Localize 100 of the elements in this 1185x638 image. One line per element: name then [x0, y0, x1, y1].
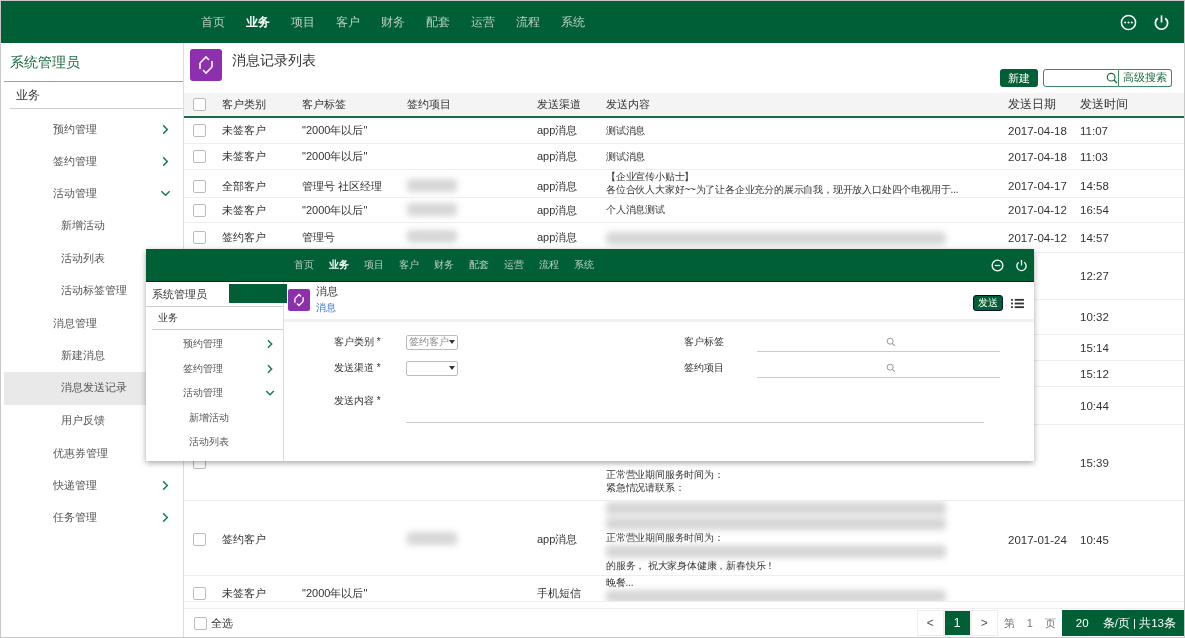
- field-label: 客户类别 *: [334, 335, 382, 349]
- table-cell: 2017-04-17: [1008, 180, 1067, 192]
- nav-tab[interactable]: 运营: [471, 13, 495, 31]
- table-cell: 10:32: [1080, 311, 1109, 323]
- sidebar-item[interactable]: 新增活动: [4, 210, 183, 243]
- send-button[interactable]: 发送: [973, 295, 1003, 311]
- table-cell: 11:03: [1080, 150, 1108, 163]
- breadcrumb-link[interactable]: 消息: [316, 301, 338, 315]
- list-icon[interactable]: [1011, 297, 1024, 309]
- checkbox[interactable]: [193, 98, 206, 111]
- checkbox[interactable]: [194, 616, 207, 630]
- column-header: 发送时间: [1079, 97, 1129, 112]
- search-icon: [1106, 72, 1118, 84]
- column-header: 签约项目: [406, 97, 452, 112]
- table-cell: 2017-04-12: [1008, 231, 1067, 244]
- column-header: 客户类别: [221, 97, 267, 112]
- power-icon[interactable]: [1153, 13, 1170, 31]
- nav-tab[interactable]: 运营: [504, 258, 524, 272]
- nav-tab[interactable]: 业务: [329, 258, 349, 272]
- table-cell: 10:45: [1080, 533, 1109, 546]
- table-cell: 签约客户: [222, 533, 266, 545]
- checkbox[interactable]: [193, 150, 206, 163]
- page-size-value[interactable]: 20: [1075, 617, 1089, 629]
- nav-tab[interactable]: 业务: [246, 13, 270, 31]
- table-cell: "2000年以后": [302, 124, 368, 136]
- table-cell: 2017-04-18: [1008, 124, 1067, 137]
- checkbox[interactable]: [193, 231, 206, 244]
- page-number-button[interactable]: 1: [943, 610, 971, 636]
- nav-tab[interactable]: 配套: [426, 13, 450, 31]
- nav-tab[interactable]: 项目: [291, 13, 315, 31]
- table-cell: 管理号 社区经理: [302, 179, 383, 192]
- message-icon: [288, 289, 310, 311]
- checkbox[interactable]: [193, 533, 206, 546]
- page-label: 第: [1002, 615, 1016, 631]
- select-field[interactable]: 签约客户: [406, 334, 458, 350]
- caret-icon: [449, 340, 455, 344]
- select-field[interactable]: [406, 360, 458, 376]
- nav-tab[interactable]: 流程: [516, 13, 540, 31]
- nav-tab[interactable]: 系统: [574, 258, 594, 272]
- field-label: 签约项目: [684, 361, 725, 375]
- table-cell: app消息: [537, 203, 578, 216]
- message-text: 个人消息测试: [606, 203, 666, 216]
- table-cell: 管理号: [302, 231, 335, 243]
- nav-tab[interactable]: 财务: [381, 13, 405, 31]
- form-title: 消息: [316, 285, 338, 299]
- checkbox[interactable]: [193, 586, 206, 600]
- sidebar-item[interactable]: 预约管理: [146, 332, 283, 357]
- page-label: 页: [1043, 615, 1057, 631]
- advanced-search-button[interactable]: 高级搜索: [1119, 69, 1172, 87]
- next-page-button[interactable]: >: [970, 610, 998, 636]
- table-cell: 15:39: [1080, 456, 1109, 469]
- table-cell: 未签客户: [222, 150, 266, 162]
- sidebar-item[interactable]: 任务管理: [4, 501, 183, 535]
- more-icon[interactable]: [1120, 13, 1137, 31]
- message-text: 正常营业期间服务时间为：: [606, 468, 725, 481]
- sidebar-item[interactable]: 新增活动: [146, 405, 283, 430]
- sidebar-item[interactable]: 快递管理: [4, 469, 183, 502]
- table-cell: 11:07: [1080, 124, 1108, 137]
- nav-tab[interactable]: 财务: [434, 258, 454, 272]
- column-header: 发送内容: [605, 97, 651, 112]
- table-cell: 2017-01-24: [1008, 533, 1067, 546]
- sidebar-item[interactable]: 活动管理: [4, 177, 183, 211]
- table-cell: 手机短信: [537, 586, 581, 599]
- previous-page-button[interactable]: <: [916, 610, 944, 636]
- sidebar-item[interactable]: 预约管理: [4, 113, 183, 146]
- sidebar-item[interactable]: 签约管理: [4, 145, 183, 178]
- search-field[interactable]: [1043, 69, 1119, 87]
- table-cell: app消息: [537, 231, 578, 243]
- nav-tab[interactable]: 项目: [364, 258, 384, 272]
- nav-tab[interactable]: 客户: [399, 258, 419, 272]
- nav-tab[interactable]: 流程: [539, 258, 559, 272]
- column-header: 客户标签: [301, 97, 347, 112]
- nav-tab[interactable]: 系统: [561, 13, 585, 31]
- nav-tab[interactable]: 配套: [469, 258, 489, 272]
- new-button[interactable]: 新建: [1000, 69, 1038, 87]
- power-icon[interactable]: [1015, 258, 1028, 272]
- field-label: 客户标签: [684, 335, 725, 349]
- table-cell: 未签客户: [222, 203, 266, 216]
- table-cell: "2000年以后": [302, 203, 368, 216]
- nav-tab[interactable]: 首页: [201, 13, 225, 31]
- table-cell: app消息: [537, 179, 578, 192]
- nav-tab[interactable]: 首页: [294, 258, 314, 272]
- column-header: 发送渠道: [536, 97, 582, 112]
- message-text: 紧急情况请联系：: [606, 481, 686, 494]
- page-size-label: 条/页 | 共13条: [1102, 615, 1176, 631]
- nav-tab[interactable]: 客户: [336, 13, 360, 31]
- minus-circle-icon[interactable]: [991, 258, 1004, 272]
- message-text: 正常营业期间服务时间为：: [606, 531, 725, 544]
- table-cell: app消息: [537, 150, 578, 162]
- checkbox[interactable]: [193, 179, 206, 193]
- field-label: 发送渠道 *: [334, 361, 382, 375]
- section-title: 业务: [10, 82, 183, 109]
- column-header: 发送日期: [1007, 97, 1057, 112]
- table-cell: 15:12: [1080, 367, 1109, 380]
- sidebar-item[interactable]: 活动列表: [146, 430, 283, 455]
- checkbox[interactable]: [193, 124, 206, 137]
- message-icon: [190, 49, 222, 81]
- checkbox[interactable]: [193, 203, 206, 217]
- search-icon: [886, 336, 896, 347]
- section-title: 业务: [152, 307, 283, 330]
